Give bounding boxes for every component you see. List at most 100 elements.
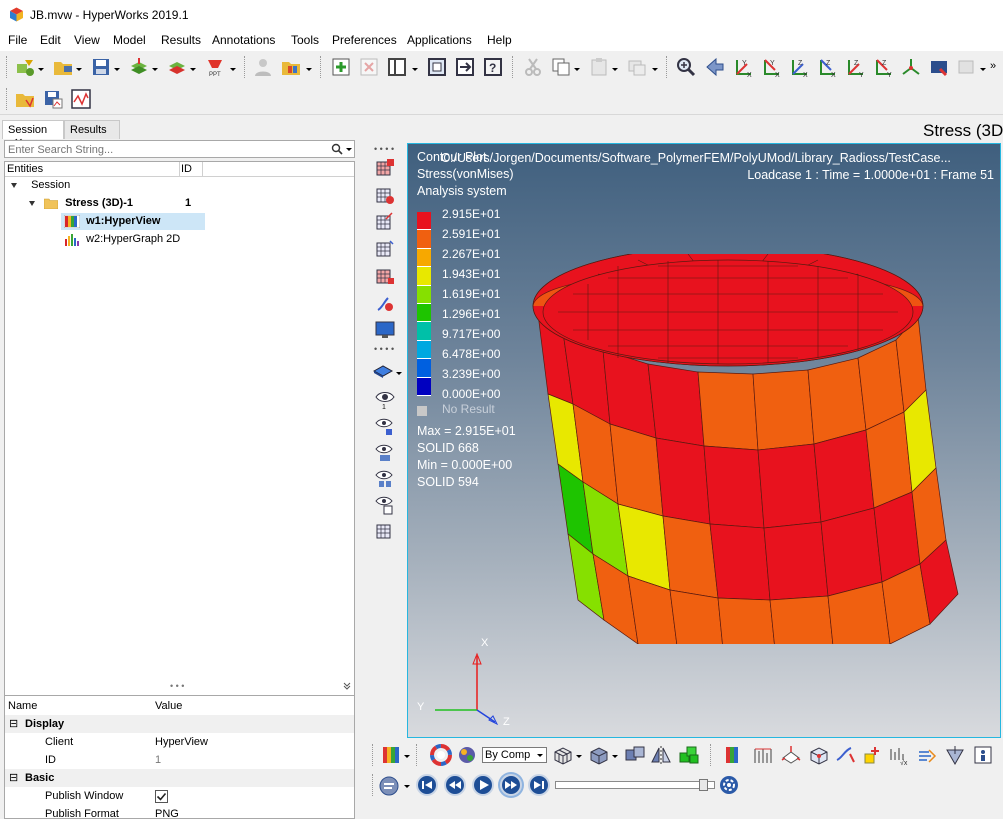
search-options-dropdown-icon[interactable] [346,148,352,151]
publish-ppt-icon[interactable]: PPT [204,56,226,78]
view-iso-icon[interactable] [900,56,922,78]
plot-window-icon[interactable] [70,88,92,110]
contour-legend[interactable] [417,212,431,396]
capture-image-icon[interactable] [928,56,950,78]
view-xy-bottom-icon[interactable]: YX [760,56,782,78]
menu-file[interactable]: File [8,33,27,47]
menu-annotations[interactable]: Annotations [212,33,275,47]
overlay-dropdown-icon[interactable] [652,68,658,71]
user-profile-icon[interactable] [252,56,274,78]
graphics-viewport[interactable]: Contour Plot C:/Users/Jorgen/Documents/S… [407,143,1001,738]
tensor-plot-icon[interactable] [808,744,830,766]
expand-arrow-icon[interactable] [11,182,17,188]
toolbar-grip[interactable] [372,744,373,766]
zoom-icon[interactable] [675,56,697,78]
save-session-icon[interactable] [42,88,64,110]
column-id[interactable]: ID [181,163,192,175]
tree-row-hyperview[interactable]: w1:HyperView [61,213,205,230]
tracing-icon[interactable] [374,292,396,314]
deformed-icon[interactable] [374,238,396,260]
swap-window-icon[interactable] [454,56,476,78]
search-icon[interactable] [331,143,343,155]
mirror-icon[interactable] [650,744,672,766]
last-frame-button[interactable] [528,774,550,796]
animation-settings-icon[interactable] [718,774,740,796]
show-all-icon[interactable]: 1 [374,388,396,410]
display-icon[interactable] [374,319,396,341]
animation-mode-dropdown-icon[interactable] [404,785,410,788]
delete-page-icon[interactable] [358,56,380,78]
isolate-icon[interactable] [374,416,396,438]
library-dropdown-icon[interactable] [306,68,312,71]
group-display[interactable]: ⊟ Display [5,715,354,733]
results-browser-icon[interactable] [380,744,402,766]
play-button[interactable] [472,774,494,796]
cut-icon[interactable] [522,56,544,78]
toolbar-grip[interactable] [6,88,7,110]
toolbar-grip[interactable] [372,774,373,796]
color-wheel-icon[interactable] [430,744,452,766]
property-row[interactable]: Publish Format PNG [5,805,354,819]
collapse-toggle-icon[interactable]: ⊟ [9,769,18,787]
show-green-icon[interactable] [678,744,700,766]
open-folder-icon[interactable] [52,56,74,78]
overlay-icon[interactable] [626,56,648,78]
add-page-icon[interactable] [330,56,352,78]
panel-splitter[interactable]: • • • [170,681,184,691]
column-entities[interactable]: Entities [7,163,43,175]
import-dropdown-icon[interactable] [152,68,158,71]
menu-tools[interactable]: Tools [291,33,319,47]
collapse-chevron-icon[interactable] [343,682,351,690]
export-dropdown-icon[interactable] [190,68,196,71]
contour-icon[interactable] [374,157,396,179]
stress-model-mesh[interactable] [518,254,978,644]
isolate-component-icon[interactable] [624,744,646,766]
save-icon[interactable] [90,56,112,78]
open-model-dropdown-icon[interactable] [38,68,44,71]
marker-icon[interactable] [862,744,884,766]
iso-value-icon[interactable] [374,265,396,287]
collapse-toggle-icon[interactable]: ⊟ [9,715,18,733]
publish-dropdown-icon[interactable] [230,68,236,71]
library-icon[interactable] [280,56,302,78]
tree-row-session[interactable]: Session [11,177,70,194]
open-model-icon[interactable] [14,56,36,78]
menu-results[interactable]: Results [161,33,201,47]
page-layout-dropdown-icon[interactable] [412,68,418,71]
paste-dropdown-icon[interactable] [612,68,618,71]
open-session-icon[interactable] [14,88,36,110]
entity-display-icon[interactable] [372,360,394,382]
frame-slider-handle[interactable] [699,779,708,791]
streamline-icon[interactable] [834,744,856,766]
copy-icon[interactable] [550,56,572,78]
tab-session[interactable]: Session ✕ [2,120,64,149]
color-by-select[interactable]: By Comp [482,747,547,763]
show-selected-icon[interactable] [374,442,396,464]
tensor-icon[interactable] [374,184,396,206]
material-ball-icon[interactable] [456,744,478,766]
deformed-shape-icon[interactable] [752,744,774,766]
previous-view-icon[interactable] [704,56,726,78]
expand-arrow-icon[interactable] [29,200,35,206]
shaded-dropdown-icon[interactable] [612,755,618,758]
paste-icon[interactable] [588,56,610,78]
view-zx-bottom-icon[interactable]: ZX [816,56,838,78]
vector-plot-icon[interactable] [780,744,802,766]
toolbar-grip[interactable]: • • • • [374,144,394,154]
hide-selected-icon[interactable] [374,468,396,490]
expand-window-icon[interactable] [426,56,448,78]
property-row[interactable]: Publish Window [5,787,354,805]
save-dropdown-icon[interactable] [114,68,120,71]
copy-dropdown-icon[interactable] [574,68,580,71]
rewind-button[interactable] [444,774,466,796]
menu-help[interactable]: Help [487,33,512,47]
capture-dropdown-icon[interactable] [980,68,986,71]
wireframe-dropdown-icon[interactable] [576,755,582,758]
entity-display-dropdown-icon[interactable] [396,372,402,375]
view-zx-top-icon[interactable]: ZX [788,56,810,78]
reverse-display-icon[interactable] [374,494,396,516]
column-divider[interactable] [179,162,180,177]
vector-icon[interactable] [374,211,396,233]
streaming-results-icon[interactable] [916,744,938,766]
menu-edit[interactable]: Edit [40,33,61,47]
